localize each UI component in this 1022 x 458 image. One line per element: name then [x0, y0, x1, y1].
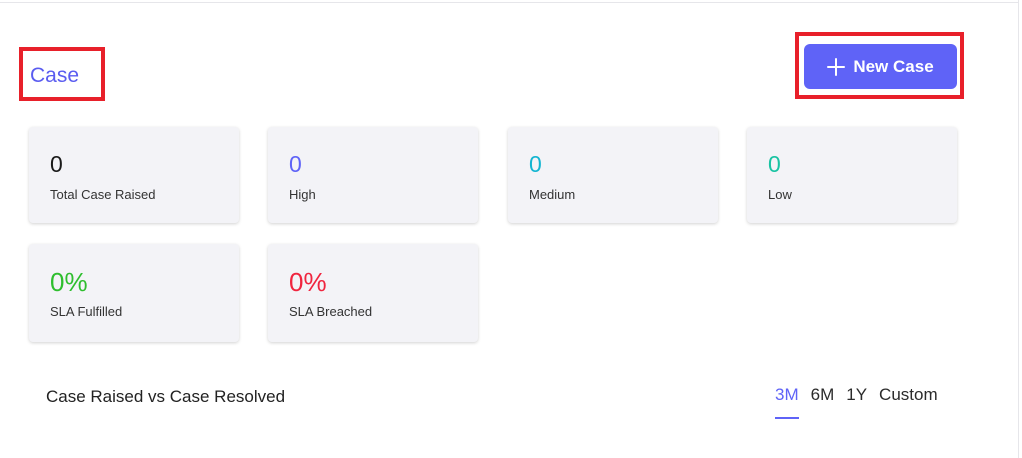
stat-label: Low — [768, 187, 792, 202]
stat-value: 0% — [50, 267, 88, 297]
stat-label: High — [289, 187, 316, 202]
stat-label: Total Case Raised — [50, 187, 156, 202]
stat-label: Medium — [529, 187, 576, 202]
stat-card-low: 0 Low — [747, 127, 957, 223]
stat-label: SLA Breached — [289, 304, 373, 319]
page-title: Case — [30, 64, 80, 87]
range-tabs: 3M 6M 1Y Custom — [775, 383, 950, 419]
stat-card-medium: 0 Medium — [508, 127, 718, 223]
tab-custom[interactable]: Custom — [879, 383, 938, 419]
new-case-button[interactable]: New Case — [804, 44, 957, 89]
stat-value: 0 — [289, 151, 302, 177]
chart-section-title: Case Raised vs Case Resolved — [46, 387, 286, 406]
stat-card-total: 0 Total Case Raised — [29, 127, 239, 223]
stat-card-sla-breached: 0% SLA Breached — [268, 244, 478, 342]
case-dashboard: Case New Case 0 Total Case Raised 0 High… — [0, 0, 1022, 458]
stat-card-high: 0 High — [268, 127, 478, 223]
stat-value: 0 — [768, 151, 781, 177]
plus-icon — [827, 57, 846, 76]
tab-6m[interactable]: 6M — [811, 383, 835, 419]
new-case-label: New Case — [853, 56, 934, 76]
tab-1y[interactable]: 1Y — [846, 383, 867, 419]
right-divider — [1018, 0, 1019, 458]
stat-label: SLA Fulfilled — [50, 304, 123, 319]
stat-value: 0 — [50, 151, 63, 177]
stat-card-sla-fulfilled: 0% SLA Fulfilled — [29, 244, 239, 342]
tab-3m[interactable]: 3M — [775, 383, 799, 419]
stat-value: 0 — [529, 151, 542, 177]
top-divider — [0, 2, 1018, 3]
stat-value: 0% — [289, 267, 327, 297]
